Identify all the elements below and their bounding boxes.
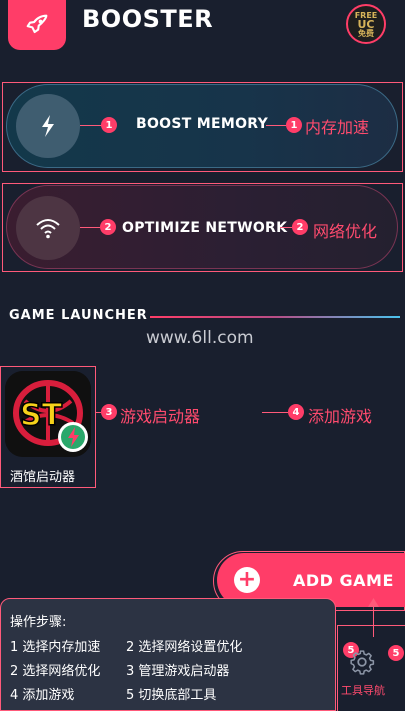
marker-1b: 1 [286,117,302,133]
step-item: 2 选择网络优化 [10,664,101,679]
optimize-network-annotation: 网络优化 [313,222,378,241]
rocket-icon [26,14,48,34]
app-title: BOOSTER [82,5,214,33]
plus-icon: + [234,567,260,593]
connector-line [280,227,292,228]
steps-title: 操作步骤: [10,615,67,630]
boost-icon-circle [16,94,80,158]
game-logo-icon: ST [5,371,91,457]
step-item: 2 选择网络设置优化 [126,640,243,655]
badge-line3: 免费 [358,28,374,38]
marker-2b: 2 [292,219,308,235]
connector-line [266,125,286,126]
boost-memory-annotation: 内存加速 [305,118,370,137]
arrow-up-icon [368,598,379,607]
badge-line2: UC [357,17,375,31]
marker-3: 3 [101,404,117,420]
tool-nav-label: 工具导航 [341,684,385,697]
lightning-icon [42,115,54,137]
steps-panel: 操作步骤: 1 选择内存加速 2 选择网络设置优化 2 选择网络优化 3 管理游… [0,598,336,711]
game-launcher-title: GAME LAUNCHER [9,308,148,323]
app-logo [8,0,66,50]
boost-memory-label: BOOST MEMORY [136,116,269,132]
add-game-annotation: 添加游戏 [308,407,373,426]
step-item: 4 添加游戏 [10,688,75,703]
marker-4: 4 [288,404,304,420]
game-launcher-annotation: 游戏启动器 [120,407,201,426]
steps-row: 1 选择内存加速 2 选择网络设置优化 [10,636,327,655]
connector-line [80,227,100,228]
step-item: 5 切换底部工具 [126,688,217,703]
step-item: 1 选择内存加速 [10,640,101,655]
game-logo-text: ST [20,398,63,433]
steps-row: 4 添加游戏 5 切换底部工具 [10,684,327,703]
game-name: 酒馆启动器 [10,470,76,485]
section-divider [150,316,400,318]
steps-row: 2 选择网络优化 3 管理游戏启动器 [10,660,327,679]
game-tile[interactable]: ST [5,371,91,457]
marker-5b: 5 [388,645,404,661]
connector-line [262,412,288,413]
optimize-network-label: OPTIMIZE NETWORK [122,220,288,236]
gear-icon [350,650,375,675]
watermark: www.6ll.com [146,328,254,348]
marker-1: 1 [101,117,117,133]
add-game-label: ADD GAME [293,570,394,590]
wifi-icon-circle [16,196,80,260]
step-item: 3 管理游戏启动器 [126,664,230,679]
tool-nav-button[interactable] [348,648,376,676]
marker-2: 2 [100,219,116,235]
free-uc-badge[interactable]: FREE UC 免费 [346,4,386,44]
connector-line [80,125,102,126]
wifi-icon [36,219,60,239]
